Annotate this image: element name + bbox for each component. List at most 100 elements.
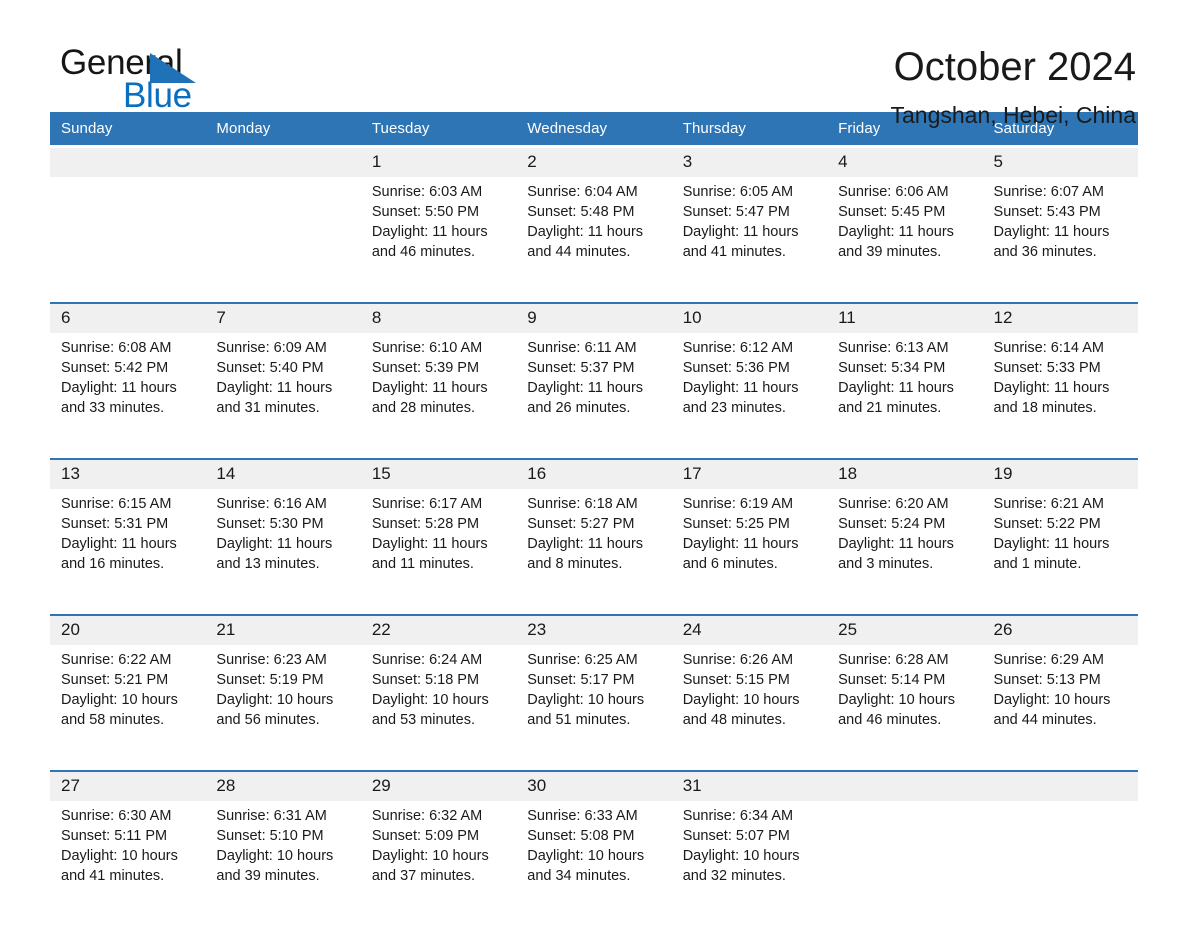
day-cell[interactable]: Sunrise: 6:06 AM Sunset: 5:45 PM Daylight:… [827, 177, 983, 301]
day-cell[interactable]: Sunrise: 6:05 AM Sunset: 5:47 PM Daylight:… [671, 177, 828, 301]
sunrise-text: Sunrise: 6:20 AM [838, 496, 949, 512]
sunset-text: Sunset: 5:10 PM [216, 828, 324, 844]
day-number[interactable]: 12 [982, 304, 1138, 333]
day-cell[interactable]: Sunrise: 6:31 AM Sunset: 5:10 PM Daylight:… [205, 801, 361, 925]
day-number[interactable]: 5 [982, 148, 1138, 177]
day-cell[interactable]: Sunrise: 6:14 AM Sunset: 5:33 PM Daylight:… [982, 333, 1138, 457]
daylight-text-line1: Daylight: 10 hours [61, 692, 178, 708]
day-number[interactable]: 15 [360, 460, 517, 489]
day-cell[interactable]: Sunrise: 6:26 AM Sunset: 5:15 PM Daylight:… [671, 645, 828, 769]
day-number[interactable]: 2 [516, 148, 672, 177]
daylight-text-line2: and 31 minutes. [216, 400, 320, 416]
day-number[interactable]: 27 [50, 772, 206, 801]
sunrise-text: Sunrise: 6:11 AM [527, 340, 637, 356]
sunset-text: Sunset: 5:17 PM [527, 672, 635, 688]
daylight-text-line2: and 58 minutes. [61, 712, 165, 728]
day-number[interactable]: 16 [516, 460, 672, 489]
day-cell[interactable]: Sunrise: 6:23 AM Sunset: 5:19 PM Daylight:… [205, 645, 361, 769]
day-cell[interactable]: Sunrise: 6:12 AM Sunset: 5:36 PM Daylight:… [671, 333, 828, 457]
day-cell[interactable]: Sunrise: 6:24 AM Sunset: 5:18 PM Daylight:… [360, 645, 517, 769]
day-cell[interactable]: Sunrise: 6:34 AM Sunset: 5:07 PM Daylight:… [671, 801, 828, 925]
day-cell[interactable]: Sunrise: 6:29 AM Sunset: 5:13 PM Daylight:… [982, 645, 1138, 769]
day-number[interactable]: 23 [516, 616, 672, 645]
day-number[interactable]: 10 [671, 304, 828, 333]
sunset-text: Sunset: 5:34 PM [838, 360, 946, 376]
day-cell[interactable]: Sunrise: 6:15 AM Sunset: 5:31 PM Daylight:… [50, 489, 206, 613]
day-cell[interactable]: Sunrise: 6:25 AM Sunset: 5:17 PM Daylight:… [516, 645, 672, 769]
day-number[interactable]: 30 [516, 772, 672, 801]
sunset-text: Sunset: 5:30 PM [216, 516, 324, 532]
day-cell[interactable]: Sunrise: 6:22 AM Sunset: 5:21 PM Daylight:… [50, 645, 206, 769]
sunrise-text: Sunrise: 6:15 AM [61, 496, 172, 512]
day-cell[interactable]: Sunrise: 6:18 AM Sunset: 5:27 PM Daylight:… [516, 489, 672, 613]
day-number[interactable]: 8 [360, 304, 517, 333]
day-number[interactable]: 29 [360, 772, 517, 801]
day-cell[interactable]: Sunrise: 6:20 AM Sunset: 5:24 PM Daylight:… [827, 489, 983, 613]
daylight-text-line1: Daylight: 10 hours [682, 848, 800, 864]
day-cell[interactable]: Sunrise: 6:30 AM Sunset: 5:11 PM Daylight:… [50, 801, 206, 925]
day-number[interactable]: 14 [205, 460, 361, 489]
day-cell[interactable]: Sunrise: 6:11 AM Sunset: 5:37 PM Daylight:… [516, 333, 672, 457]
daylight-text-line1: Daylight: 10 hours [216, 848, 334, 864]
daylight-text-line2: and 46 minutes. [838, 712, 942, 728]
day-cell[interactable]: Sunrise: 6:32 AM Sunset: 5:09 PM Daylight:… [360, 801, 517, 925]
sunrise-text: Sunrise: 6:06 AM [838, 184, 949, 200]
daylight-text-line2: and 53 minutes. [371, 712, 476, 728]
sunrise-text: Sunrise: 6:13 AM [838, 340, 949, 356]
day-cell[interactable]: Sunrise: 6:09 AM Sunset: 5:40 PM Daylight:… [205, 333, 361, 457]
day-cell[interactable]: Sunrise: 6:08 AM Sunset: 5:42 PM Daylight:… [50, 333, 206, 457]
sunrise-text: Sunrise: 6:32 AM [371, 808, 483, 824]
sunrise-text: Sunrise: 6:12 AM [682, 340, 794, 356]
day-info-row: Sunrise: 6:08 AM Sunset: 5:42 PM Daylight:… [50, 333, 1138, 457]
day-number[interactable]: 26 [982, 616, 1138, 645]
daylight-text-line1: Daylight: 11 hours [527, 224, 644, 240]
sunset-text: Sunset: 5:31 PM [61, 516, 169, 532]
day-number[interactable]: 31 [671, 772, 828, 801]
day-number[interactable]: 18 [827, 460, 983, 489]
daylight-text-line2: and 44 minutes. [993, 712, 1097, 728]
day-number[interactable]: 11 [827, 304, 983, 333]
day-number[interactable]: 1 [360, 148, 517, 177]
day-number-row: 12345 [50, 148, 1138, 177]
daylight-text-line2: and 6 minutes. [682, 556, 778, 572]
logo-text-blue: Blue [123, 76, 192, 115]
sunrise-text: Sunrise: 6:19 AM [682, 496, 794, 512]
day-number[interactable]: 28 [205, 772, 361, 801]
sunrise-text: Sunrise: 6:07 AM [993, 184, 1104, 200]
day-cell[interactable]: Sunrise: 6:33 AM Sunset: 5:08 PM Daylight:… [516, 801, 672, 925]
day-cell[interactable]: Sunrise: 6:07 AM Sunset: 5:43 PM Daylight:… [982, 177, 1138, 301]
day-number[interactable]: 4 [827, 148, 983, 177]
day-number[interactable]: 9 [516, 304, 672, 333]
day-number[interactable]: 24 [671, 616, 828, 645]
day-cell[interactable]: Sunrise: 6:17 AM Sunset: 5:28 PM Daylight:… [360, 489, 517, 613]
day-number[interactable]: 19 [982, 460, 1138, 489]
day-number[interactable]: 17 [671, 460, 828, 489]
sunrise-text: Sunrise: 6:23 AM [216, 652, 327, 668]
generalblue-logo[interactable]: General Blue [50, 44, 250, 124]
day-cell[interactable]: Sunrise: 6:13 AM Sunset: 5:34 PM Daylight:… [827, 333, 983, 457]
day-cell[interactable]: Sunrise: 6:03 AM Sunset: 5:50 PM Daylight:… [360, 177, 517, 301]
day-cell[interactable]: Sunrise: 6:16 AM Sunset: 5:30 PM Daylight:… [205, 489, 361, 613]
day-cell[interactable]: Sunrise: 6:04 AM Sunset: 5:48 PM Daylight:… [516, 177, 672, 301]
daylight-text-line1: Daylight: 10 hours [993, 692, 1111, 708]
page-header: General Blue October 2024 Tangshan, Hebe… [50, 0, 1138, 129]
sunrise-text: Sunrise: 6:10 AM [371, 340, 483, 356]
day-info-row: Sunrise: 6:22 AM Sunset: 5:21 PM Daylight:… [50, 645, 1138, 769]
day-number[interactable]: 3 [671, 148, 828, 177]
day-number[interactable]: 13 [50, 460, 206, 489]
day-number[interactable]: 21 [205, 616, 361, 645]
day-number[interactable]: 22 [360, 616, 517, 645]
day-number[interactable]: 6 [50, 304, 206, 333]
day-cell[interactable]: Sunrise: 6:21 AM Sunset: 5:22 PM Daylight:… [982, 489, 1138, 613]
daylight-text-line1: Daylight: 11 hours [371, 536, 488, 552]
sunrise-text: Sunrise: 6:34 AM [682, 808, 794, 824]
day-cell[interactable]: Sunrise: 6:28 AM Sunset: 5:14 PM Daylight:… [827, 645, 983, 769]
day-cell[interactable]: Sunrise: 6:19 AM Sunset: 5:25 PM Daylight:… [671, 489, 828, 613]
daylight-text-line2: and 21 minutes. [838, 400, 942, 416]
day-number[interactable]: 25 [827, 616, 983, 645]
day-cell[interactable]: Sunrise: 6:10 AM Sunset: 5:39 PM Daylight:… [360, 333, 517, 457]
day-number[interactable]: 7 [205, 304, 361, 333]
daylight-text-line2: and 37 minutes. [371, 868, 476, 884]
day-number[interactable]: 20 [50, 616, 206, 645]
daylight-text-line1: Daylight: 10 hours [371, 848, 489, 864]
